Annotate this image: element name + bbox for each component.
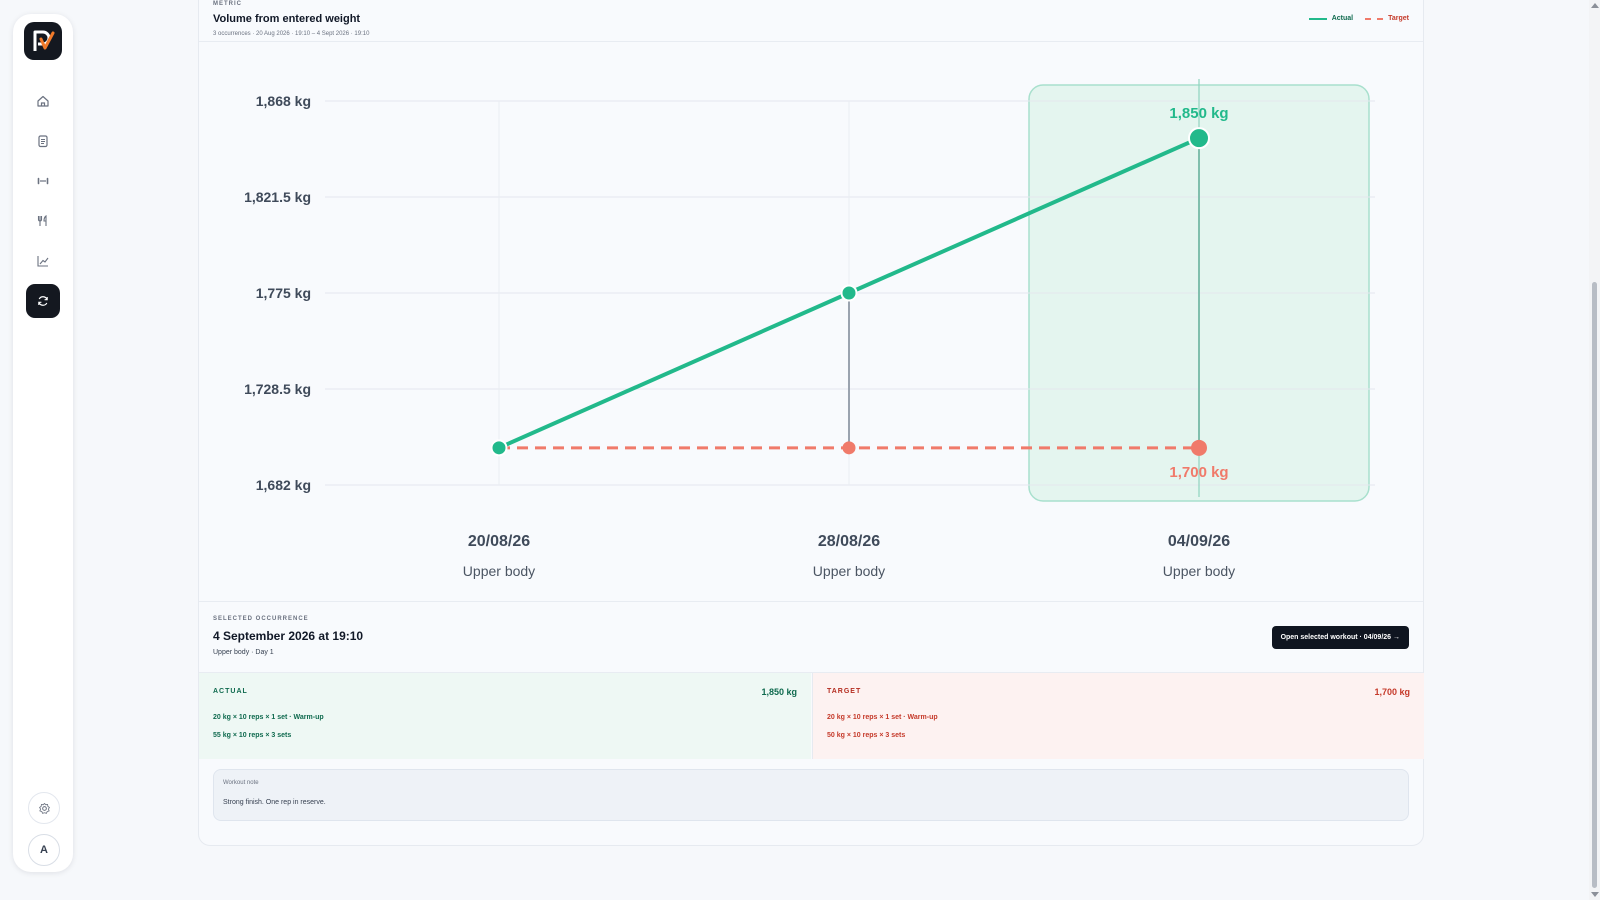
actual-point — [1188, 127, 1210, 150]
settings-button[interactable] — [28, 792, 60, 824]
nav-nutrition[interactable] — [26, 204, 60, 238]
nav-progress[interactable] — [26, 244, 60, 278]
y-tick-label: 1,682 kg — [256, 477, 311, 493]
nav-exercises[interactable] — [26, 164, 60, 198]
chart-icon — [37, 256, 49, 267]
actual-line: 55 kg × 10 reps × 3 sets — [213, 732, 292, 739]
nav-log[interactable] — [26, 124, 60, 158]
y-tick-label: 1,868 kg — [256, 93, 311, 109]
target-label: TARGET — [827, 688, 862, 695]
x-tick-label: 20/08/26 — [468, 533, 530, 550]
target-point — [1191, 439, 1207, 456]
actual-label: ACTUAL — [213, 688, 248, 695]
selected-eyebrow: SELECTED OCCURRENCE — [213, 616, 309, 622]
refresh-icon — [38, 296, 48, 306]
workout-note-label: Workout note — [223, 780, 259, 786]
x-tick-sublabel: Upper body — [1163, 563, 1235, 579]
x-tick-sublabel: Upper body — [463, 563, 535, 579]
scroll-up-arrow-icon[interactable] — [1591, 3, 1599, 8]
actual-value-label: 1,850 kg — [1169, 105, 1228, 122]
actual-point — [840, 284, 858, 302]
y-tick-label: 1,775 kg — [256, 285, 311, 301]
scroll-down-arrow-icon[interactable] — [1591, 892, 1599, 897]
target-line: 20 kg × 10 reps × 1 set · Warm-up — [827, 714, 938, 721]
app-logo[interactable] — [24, 22, 62, 60]
home-icon — [37, 95, 49, 107]
metric-card: METRIC Volume from entered weight 3 occu… — [198, 0, 1424, 846]
x-tick-label: 04/09/26 — [1168, 533, 1230, 550]
utensils-icon — [37, 214, 47, 226]
target-panel: TARGET 1,700 kg 20 kg × 10 reps × 1 set … — [812, 673, 1424, 759]
selected-title: 4 September 2026 at 19:10 — [213, 629, 364, 643]
open-selected-workout-button[interactable]: Open selected workout · 04/09/26 → — [1271, 626, 1409, 649]
workout-note: Workout note Strong finish. One rep in r… — [213, 769, 1409, 821]
y-tick-label: 1,728.5 kg — [244, 381, 311, 397]
user-avatar[interactable]: A — [28, 834, 60, 866]
actual-panel: ACTUAL 1,850 kg 20 kg × 10 reps × 1 set … — [199, 673, 811, 759]
dumbbell-icon — [37, 177, 49, 185]
selected-subtitle: Upper body · Day 1 — [213, 649, 274, 656]
gear-icon — [38, 802, 50, 814]
workout-note-text: Strong finish. One rep in reserve. — [223, 799, 326, 806]
volume-chart[interactable]: 1,868 kg 1,821.5 kg 1,775 kg 1,728.5 kg 1,68… — [199, 0, 1423, 601]
logo-mark-icon — [33, 30, 55, 51]
nav-compare[interactable] — [26, 284, 60, 318]
divider — [199, 601, 1423, 602]
x-tick-sublabel: Upper body — [813, 563, 885, 579]
target-value-label: 1,700 kg — [1169, 464, 1228, 481]
sidebar: A — [13, 14, 73, 872]
clipboard-icon — [38, 135, 48, 148]
target-line: 50 kg × 10 reps × 3 sets — [827, 732, 906, 739]
nav-home[interactable] — [26, 84, 60, 118]
actual-total: 1,850 kg — [761, 687, 797, 697]
y-tick-label: 1,821.5 kg — [244, 189, 311, 205]
actual-line: 20 kg × 10 reps × 1 set · Warm-up — [213, 714, 324, 721]
actual-point — [490, 439, 508, 457]
x-tick-label: 28/08/26 — [818, 533, 880, 550]
target-total: 1,700 kg — [1374, 687, 1410, 697]
target-point — [842, 441, 856, 455]
scrollbar-thumb[interactable] — [1592, 282, 1597, 888]
